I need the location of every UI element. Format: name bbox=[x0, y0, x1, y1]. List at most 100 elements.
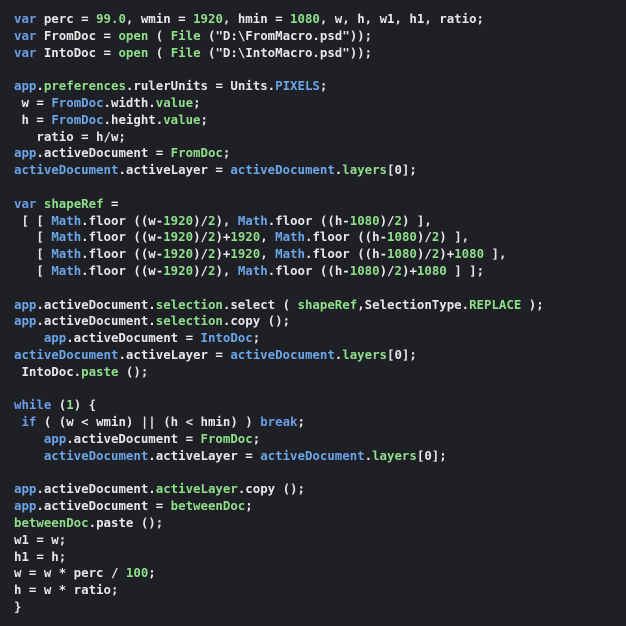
code-token: 2 bbox=[394, 212, 402, 228]
code-token: )/ bbox=[416, 246, 432, 262]
code-line: app.activeDocument = IntoDoc; bbox=[14, 330, 626, 347]
code-token: 1920 bbox=[163, 246, 194, 262]
code-token: FromDoc bbox=[51, 111, 104, 127]
code-token: ) ], bbox=[439, 229, 470, 245]
code-token: open bbox=[118, 44, 149, 60]
code-token: , wmin = bbox=[125, 11, 194, 26]
code-token: 1080 bbox=[387, 229, 417, 245]
code-token: activeDocument bbox=[14, 162, 119, 178]
code-token: REPLACE bbox=[469, 296, 522, 312]
code-viewer: var perc = 99.0, wmin = 1920, hmin = 108… bbox=[0, 0, 626, 626]
code-token: ; bbox=[193, 94, 201, 110]
code-token: )+ bbox=[215, 246, 231, 262]
code-token: ("D:\IntoMacro.psd")); bbox=[200, 44, 373, 60]
code-line: [ [ Math.floor ((w-1920)/2), Math.floor … bbox=[14, 213, 626, 230]
code-token: Math bbox=[51, 229, 82, 245]
code-line: w = FromDoc.width.value; bbox=[14, 95, 626, 112]
code-token: )/ bbox=[193, 212, 208, 228]
code-token: .select ( bbox=[222, 296, 298, 312]
code-token: [ bbox=[14, 262, 52, 278]
code-line: w1 = w; bbox=[14, 532, 626, 549]
code-token: . bbox=[36, 78, 44, 94]
code-line: app.activeDocument.selection.select ( sh… bbox=[14, 297, 626, 314]
code-token: ( (w < wmin) || (h < hmin) ) bbox=[36, 414, 261, 430]
code-block[interactable]: var perc = 99.0, wmin = 1920, hmin = 108… bbox=[0, 11, 626, 616]
code-token: IntoDoc. bbox=[14, 363, 82, 379]
code-token: 1080 bbox=[454, 246, 485, 262]
code-token: while bbox=[14, 397, 52, 413]
code-token: .paste (); bbox=[88, 514, 164, 530]
code-line: app.activeDocument = FromDoc; bbox=[14, 145, 626, 162]
code-token: preferences bbox=[43, 78, 126, 94]
code-token: 1920 bbox=[230, 229, 261, 245]
code-token: betweenDoc bbox=[170, 498, 246, 514]
code-token: , hmin = bbox=[222, 11, 291, 26]
code-token: selection bbox=[155, 296, 223, 312]
code-token: .activeDocument = bbox=[36, 145, 171, 161]
code-line: app.preferences.rulerUnits = Units.PIXEL… bbox=[14, 78, 626, 95]
code-token: 100 bbox=[125, 565, 149, 581]
code-line: while (1) { bbox=[14, 397, 626, 414]
code-token: ratio = h/w; bbox=[14, 128, 126, 144]
code-token: app bbox=[14, 430, 67, 446]
code-line: app.activeDocument = FromDoc; bbox=[14, 431, 626, 448]
code-token: )/ bbox=[193, 229, 208, 245]
code-token: .floor ((h- bbox=[267, 212, 350, 228]
code-token: value bbox=[163, 111, 201, 127]
code-token: .height. bbox=[103, 111, 164, 127]
code-token: .floor ((w- bbox=[81, 212, 164, 228]
code-token: )/ bbox=[193, 262, 208, 278]
code-line: app.activeDocument.selection.copy (); bbox=[14, 313, 626, 330]
code-line: activeDocument.activeLayer = activeDocum… bbox=[14, 162, 626, 179]
code-token: .activeDocument. bbox=[36, 481, 156, 497]
code-token: ) ], bbox=[401, 212, 432, 228]
code-token: h = w * ratio; bbox=[14, 582, 119, 598]
code-token: .floor ((h- bbox=[267, 262, 350, 278]
code-token: ); bbox=[521, 296, 544, 312]
code-token: shapeRef bbox=[43, 195, 104, 211]
code-token: 1080 bbox=[290, 11, 320, 26]
code-token: Math bbox=[275, 229, 305, 245]
code-token: FromDoc bbox=[200, 430, 253, 446]
code-token: app bbox=[14, 498, 37, 514]
code-token: if bbox=[21, 414, 37, 430]
code-line: IntoDoc.paste (); bbox=[14, 364, 626, 381]
code-line: [ Math.floor ((w-1920)/2)+1920, Math.flo… bbox=[14, 246, 626, 263]
code-token: ( bbox=[148, 27, 171, 43]
code-token: 1920 bbox=[163, 212, 194, 228]
code-token: app bbox=[14, 78, 37, 94]
code-token: .floor ((w- bbox=[81, 262, 164, 278]
code-token: FromDoc = bbox=[36, 27, 119, 43]
code-token: Math bbox=[237, 262, 268, 278]
code-token: 1920 bbox=[163, 262, 194, 278]
code-token: ; bbox=[252, 330, 261, 346]
code-token: shapeRef bbox=[297, 296, 358, 312]
code-token: activeDocument bbox=[14, 346, 119, 362]
code-line: activeDocument.activeLayer = activeDocum… bbox=[14, 448, 626, 465]
code-token: [ [ bbox=[14, 212, 52, 228]
code-token: [0]; bbox=[387, 162, 417, 178]
code-line: w = w * perc / 100; bbox=[14, 565, 626, 582]
code-token: ], bbox=[484, 246, 507, 262]
code-token: app bbox=[14, 145, 37, 161]
code-token: h1 = h; bbox=[14, 548, 67, 564]
code-token: Math bbox=[275, 246, 305, 262]
code-line: var IntoDoc = open ( File ("D:\IntoMacro… bbox=[14, 45, 626, 62]
code-token: )/ bbox=[379, 212, 395, 228]
code-token: 1080 bbox=[416, 262, 447, 278]
code-token: perc = bbox=[36, 11, 97, 26]
code-token: ; bbox=[252, 430, 261, 446]
code-token: )+ bbox=[215, 229, 231, 245]
code-token: activeDocument bbox=[43, 447, 149, 463]
code-token: , bbox=[260, 229, 276, 245]
code-token: .floor ((w- bbox=[81, 246, 164, 262]
code-token: [0]; bbox=[387, 346, 417, 362]
code-token: ; bbox=[319, 78, 328, 94]
code-line: app.activeDocument.activeLayer.copy (); bbox=[14, 481, 626, 498]
code-token: .width. bbox=[103, 94, 156, 110]
code-token: betweenDoc bbox=[14, 514, 89, 530]
code-line: } bbox=[14, 599, 626, 616]
